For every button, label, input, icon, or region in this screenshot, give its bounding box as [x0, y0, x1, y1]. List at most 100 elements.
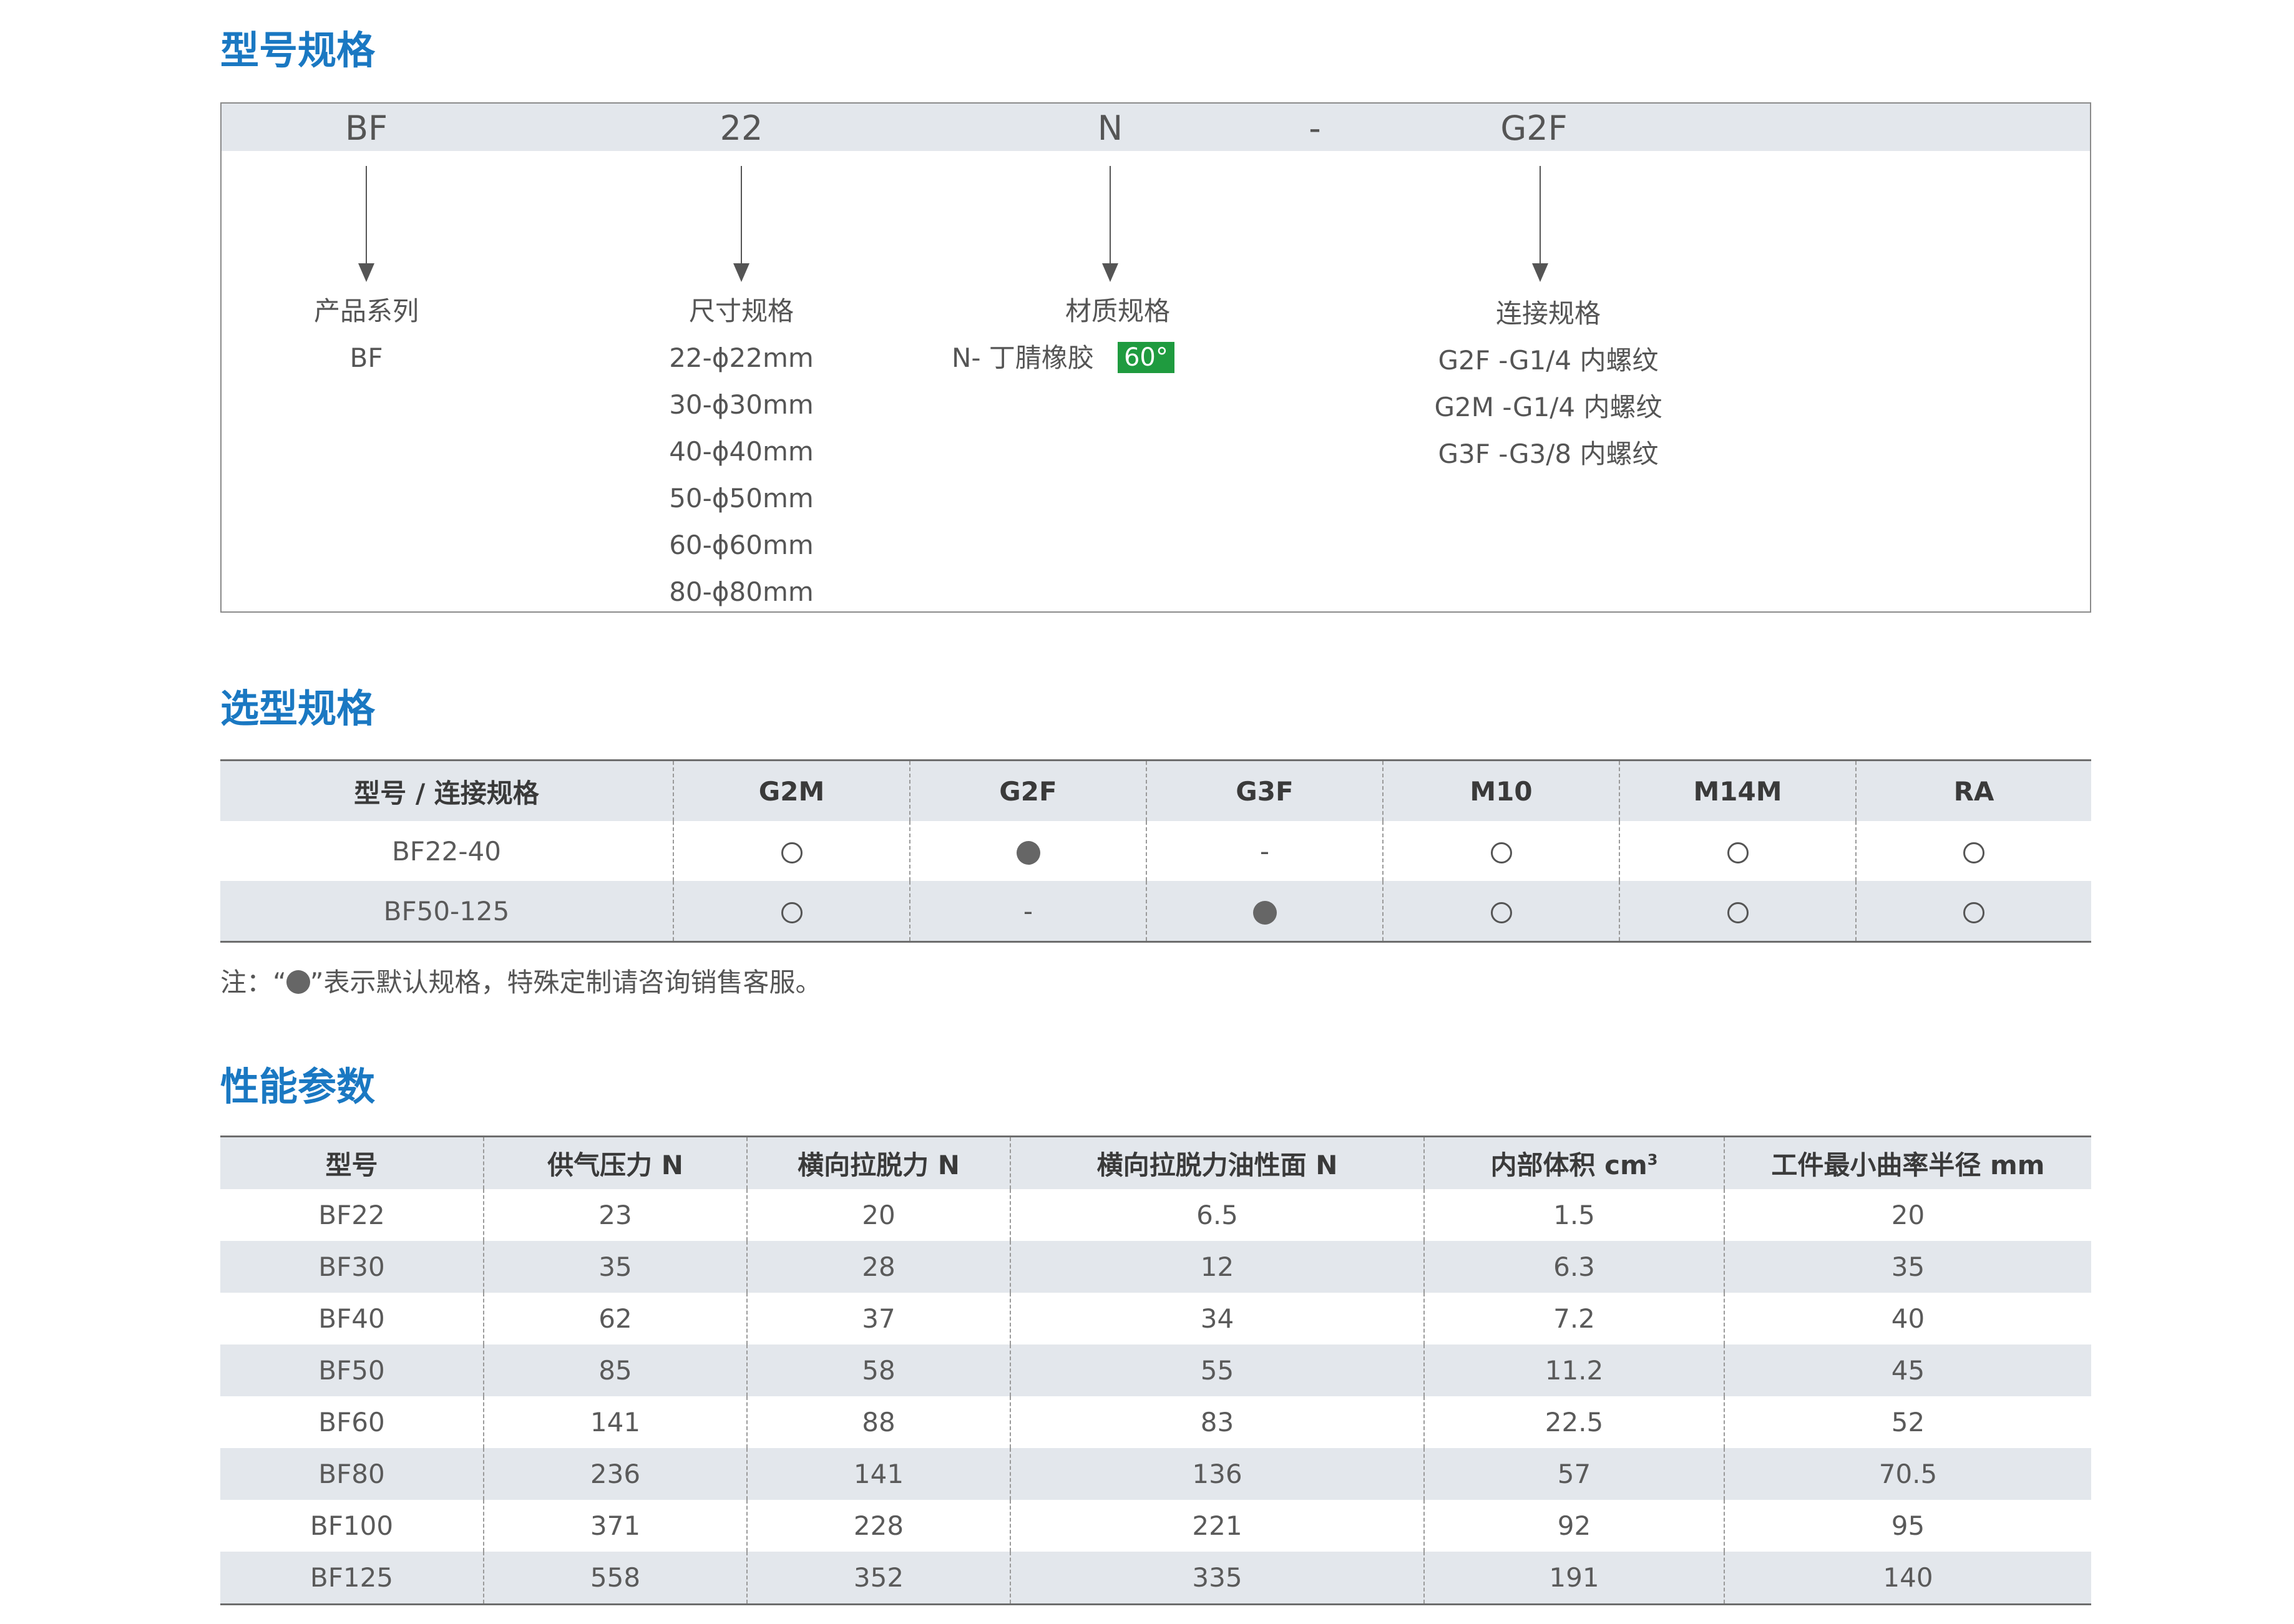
code-column-item: 80-ϕ80mm	[669, 576, 814, 607]
code-column-item: 22-ϕ22mm	[669, 343, 814, 373]
code-column-item: G2F -G1/4 内螺纹	[1438, 345, 1659, 376]
value-cell: 35	[483, 1241, 747, 1293]
code-column-material: 材质规格 N- 丁腈橡胶 60°	[933, 288, 1370, 381]
filled-circle-icon	[1016, 841, 1040, 865]
model-cell: BF80	[220, 1448, 484, 1500]
volume-header-label: 内部体积 cm	[1490, 1150, 1647, 1180]
value-cell: 371	[483, 1500, 747, 1552]
value-cell: 136	[1010, 1448, 1424, 1500]
section-title-model-code: 型号规格	[220, 27, 376, 73]
value-cell: 236	[483, 1448, 747, 1500]
availability-cell	[909, 821, 1146, 881]
table-row: BF80 236 141 136 57 70.5	[220, 1448, 2091, 1500]
section-title-selection: 选型规格	[220, 686, 376, 731]
code-column-connection: 连接规格 G2F -G1/4 内螺纹 G2M -G1/4 内螺纹 G3F -G3…	[1374, 291, 1723, 477]
value-cell: 228	[746, 1500, 1010, 1552]
code-column-item: 40-ϕ40mm	[669, 436, 814, 467]
code-column-size: 尺寸规格 22-ϕ22mm 30-ϕ30mm 40-ϕ40mm 50-ϕ50mm…	[567, 288, 916, 615]
code-column-item: 30-ϕ30mm	[669, 389, 814, 420]
model-cell: BF50-125	[220, 881, 673, 942]
value-cell: 34	[1010, 1293, 1424, 1344]
table-row: BF22 23 20 6.5 1.5 20	[220, 1189, 2091, 1241]
code-segment-material: N	[1097, 109, 1123, 148]
arrow-down-icon	[1098, 166, 1123, 282]
table-header-cell: G2F	[909, 760, 1146, 821]
table-header-cell: G2M	[673, 760, 910, 821]
value-cell: 141	[746, 1448, 1010, 1500]
table-row: BF60 141 88 83 22.5 52	[220, 1396, 2091, 1448]
table-header-cell: 供气压力 N	[483, 1136, 747, 1189]
note-suffix: ”表示默认规格，特殊定制请咨询销售客服。	[310, 967, 822, 998]
model-cell: BF22-40	[391, 835, 501, 867]
code-column-title: 尺寸规格	[688, 296, 794, 326]
open-circle-icon	[1963, 902, 1984, 923]
value-cell: 70.5	[1724, 1448, 2091, 1500]
code-column-item: 60-ϕ60mm	[669, 530, 814, 560]
open-circle-icon	[1490, 902, 1512, 923]
availability-cell: -	[1146, 821, 1383, 881]
value-cell: 55	[1010, 1344, 1424, 1396]
table-header-cell: 横向拉脱力油性面 N	[1010, 1136, 1424, 1189]
arrow-down-icon	[729, 166, 754, 282]
material-label: N- 丁腈橡胶	[952, 343, 1094, 373]
value-cell: 45	[1724, 1344, 2091, 1396]
table-header-row: 型号 / 连接规格 G2M G2F G3F M10 M14M RA	[220, 760, 2091, 821]
open-circle-icon	[781, 902, 803, 923]
filled-circle-icon	[1252, 901, 1277, 925]
code-column-title: 材质规格	[1065, 296, 1171, 326]
dash-mark: -	[1023, 895, 1033, 926]
availability-cell	[1619, 881, 1856, 942]
table-row: BF125 558 352 335 191 140	[220, 1552, 2091, 1605]
value-cell: 6.5	[1010, 1189, 1424, 1241]
table-header-cell: 型号	[220, 1136, 484, 1189]
value-cell: 95	[1724, 1500, 2091, 1552]
value-cell: 558	[483, 1552, 747, 1605]
code-column-item: G2M -G1/4 内螺纹	[1434, 392, 1662, 422]
value-cell: 40	[1724, 1293, 2091, 1344]
value-cell: 58	[746, 1344, 1010, 1396]
availability-cell	[1855, 821, 2091, 881]
table-row: BF22-40 -	[220, 821, 2091, 881]
code-column-series: 产品系列 BF	[192, 288, 541, 381]
table-header-cell: 工件最小曲率半径 mm	[1724, 1136, 2091, 1189]
code-column-item: G3F -G3/8 内螺纹	[1438, 439, 1659, 469]
filled-circle-icon	[286, 970, 310, 994]
value-cell: 23	[483, 1189, 747, 1241]
model-cell: BF30	[220, 1241, 484, 1293]
table-row: BF30 35 28 12 6.3 35	[220, 1241, 2091, 1293]
value-cell: 52	[1724, 1396, 2091, 1448]
model-cell: BF50	[220, 1344, 484, 1396]
value-cell: 221	[1010, 1500, 1424, 1552]
dash-mark: -	[1259, 835, 1270, 867]
table-row: BF100 371 228 221 92 95	[220, 1500, 2091, 1552]
value-cell: 62	[483, 1293, 747, 1344]
code-segment-size: 22	[720, 109, 763, 148]
value-cell: 57	[1423, 1448, 1724, 1500]
code-segment-series: BF	[344, 109, 388, 148]
value-cell: 28	[746, 1241, 1010, 1293]
table-header-row: 型号 供气压力 N 横向拉脱力 N 横向拉脱力油性面 N 内部体积 cm3 工件…	[220, 1136, 2091, 1189]
availability-cell	[673, 821, 910, 881]
availability-cell	[673, 881, 910, 942]
model-cell: BF22	[318, 1200, 385, 1230]
volume-superscript: 3	[1647, 1151, 1658, 1169]
code-column-item: N- 丁腈橡胶 60°	[933, 334, 1370, 381]
table-header-cell: M10	[1382, 760, 1619, 821]
value-cell: 12	[1010, 1241, 1424, 1293]
availability-cell	[1382, 821, 1619, 881]
value-cell: 37	[746, 1293, 1010, 1344]
model-cell: BF125	[220, 1552, 484, 1605]
value-cell: 88	[746, 1396, 1010, 1448]
hardness-badge: 60°	[1117, 342, 1174, 373]
arrow-down-icon	[354, 166, 379, 282]
table-header-cell: 横向拉脱力 N	[746, 1136, 1010, 1189]
value-cell: 6.3	[1423, 1241, 1724, 1293]
value-cell: 352	[746, 1552, 1010, 1605]
value-cell: 92	[1423, 1500, 1724, 1552]
code-segment-connection: G2F	[1500, 109, 1568, 148]
model-cell: BF60	[318, 1407, 385, 1437]
value-cell: 85	[483, 1344, 747, 1396]
value-cell: 1.5	[1423, 1189, 1724, 1241]
open-circle-icon	[1963, 842, 1984, 863]
table-header-cell: 内部体积 cm3	[1423, 1136, 1724, 1189]
